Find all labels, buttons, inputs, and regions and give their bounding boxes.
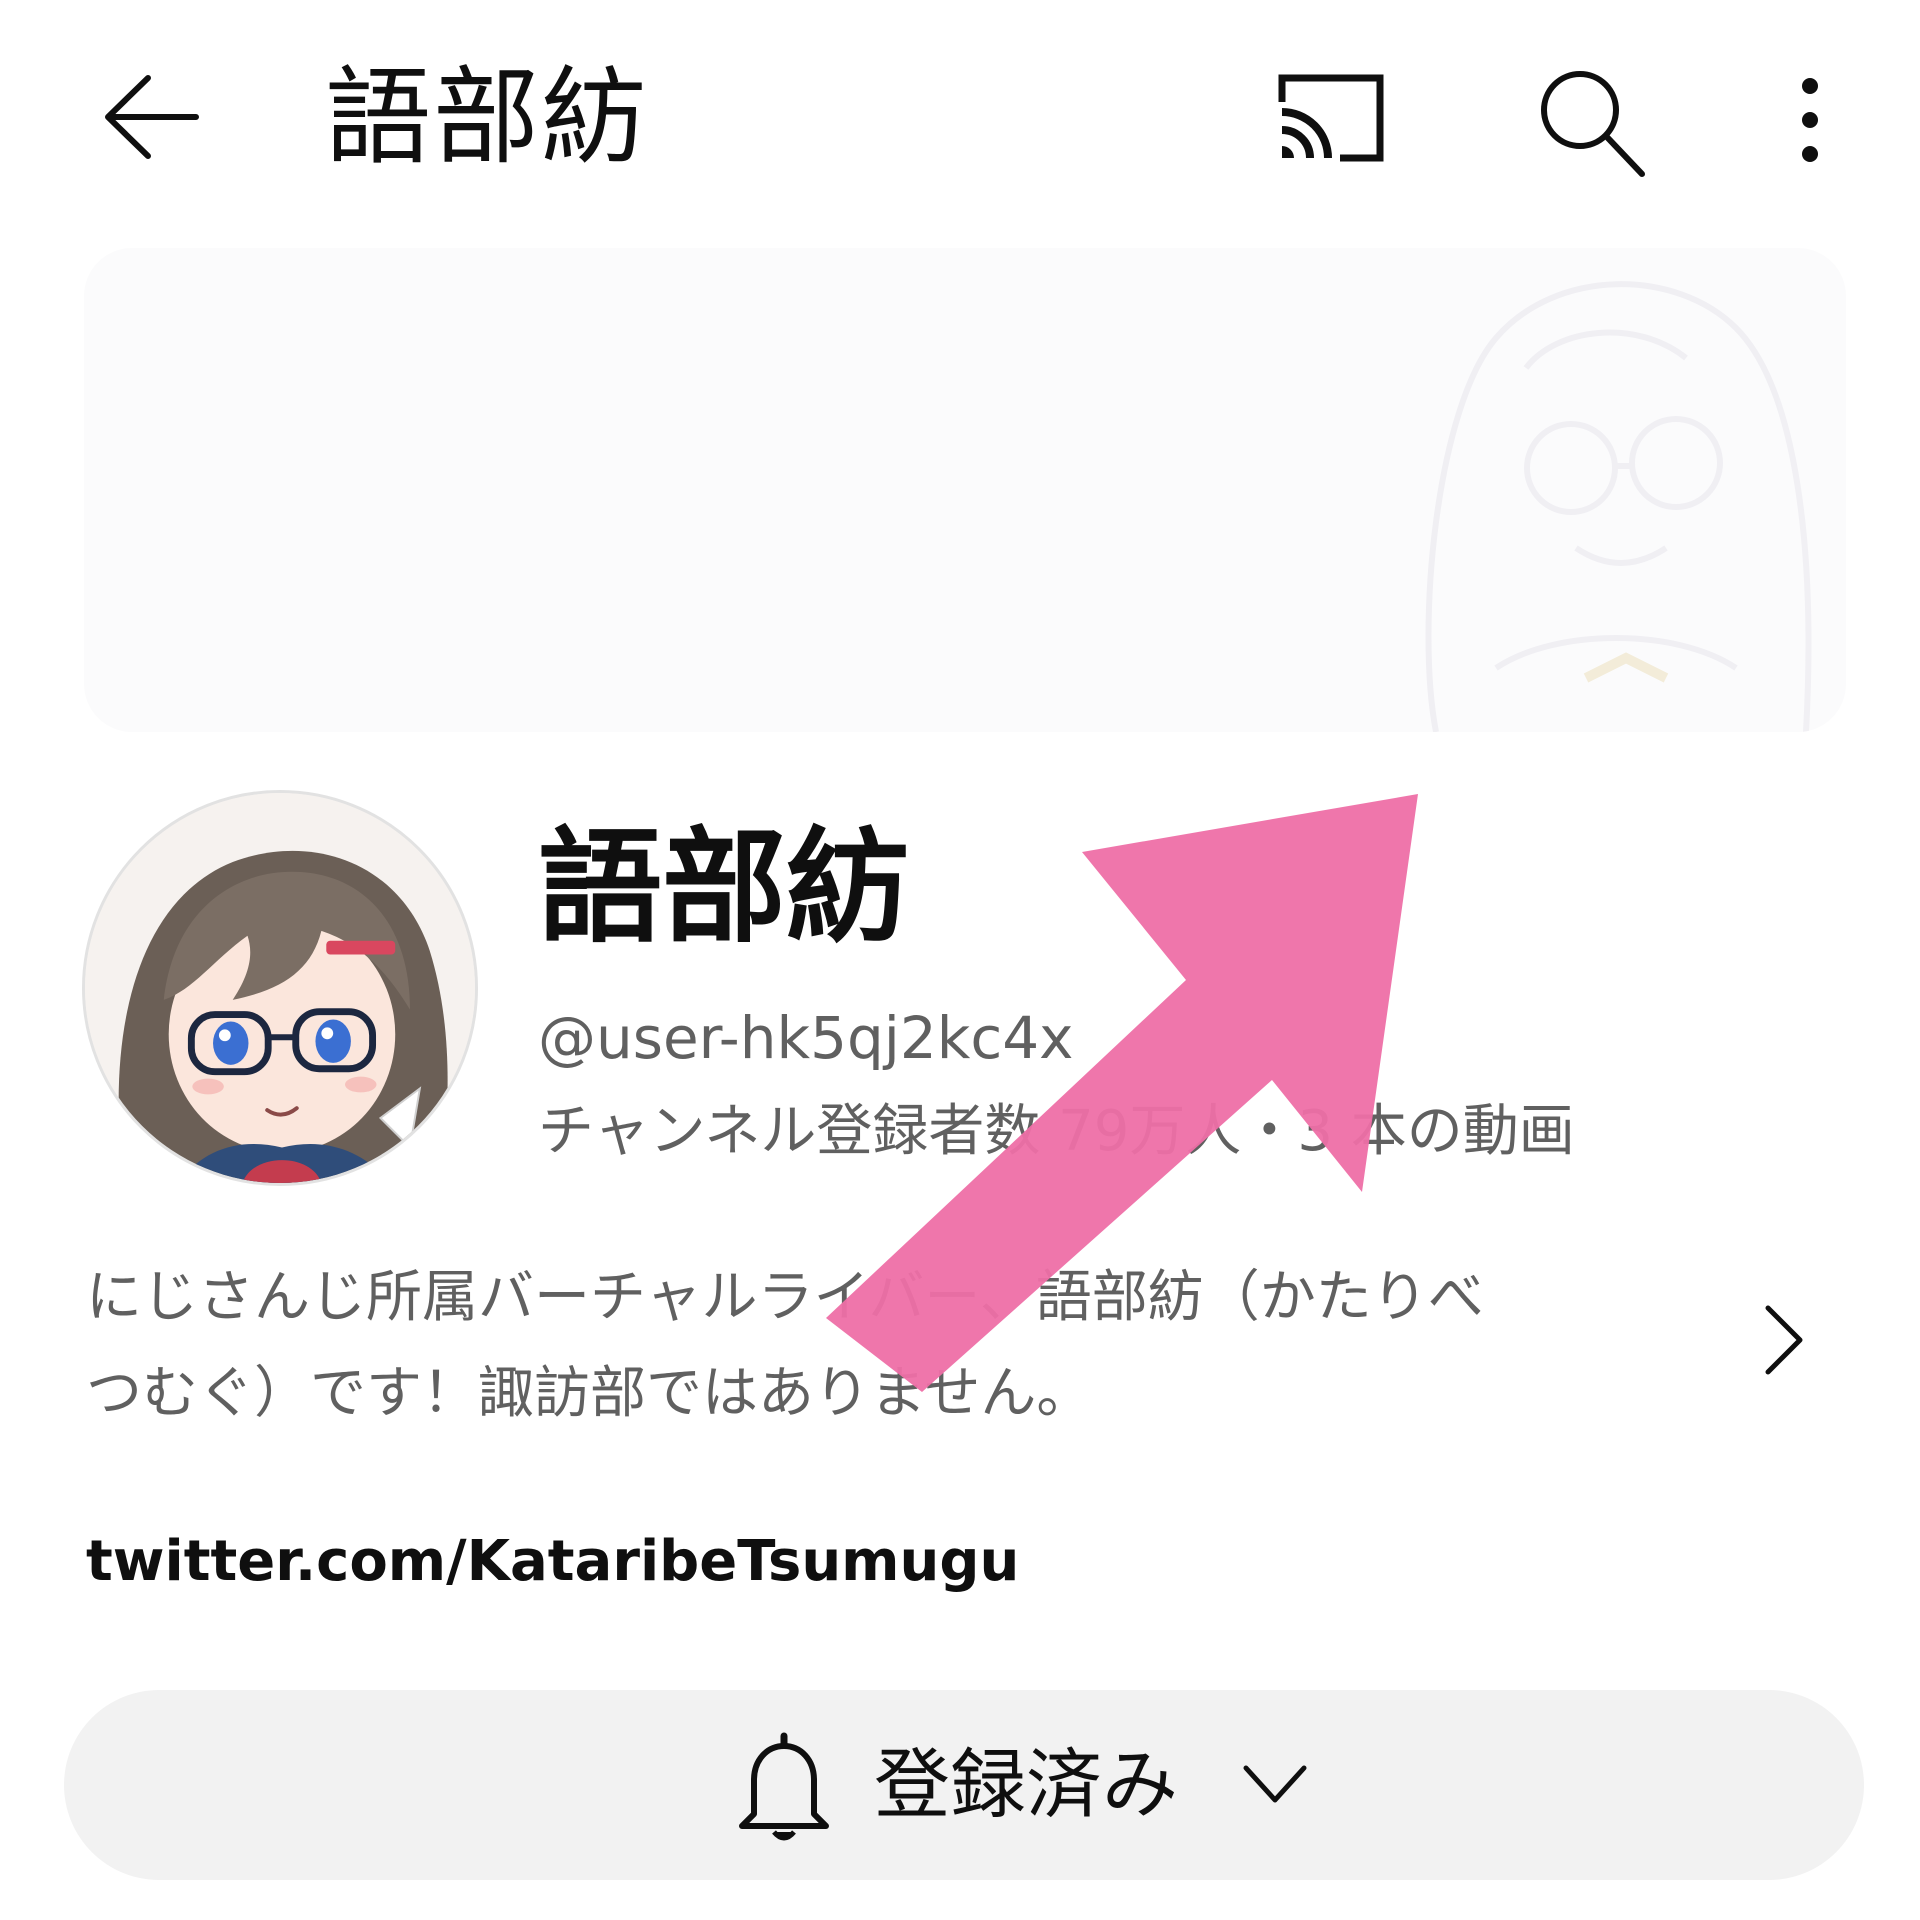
description-line: にじさんじ所属バーチャルライバー、語部紡（かたりべ	[86, 1265, 1484, 1330]
top-app-bar: 語部紡	[0, 0, 1920, 240]
channel-description[interactable]: にじさんじ所属バーチャルライバー、語部紡（かたりべ つむぐ）です！諏訪部ではあり…	[86, 1250, 1726, 1442]
chevron-right-icon[interactable]	[1752, 1300, 1812, 1380]
more-vert-icon[interactable]	[1780, 70, 1840, 170]
cast-icon[interactable]	[1270, 68, 1390, 168]
back-arrow-icon[interactable]	[96, 62, 206, 172]
channel-banner	[84, 248, 1846, 732]
chevron-down-icon	[1240, 1760, 1310, 1810]
page-title: 語部紡	[325, 56, 649, 179]
subscribed-button[interactable]: 登録済み	[64, 1690, 1864, 1880]
channel-handle: @user-hk5qj2kc4x	[538, 1004, 1074, 1072]
bell-icon	[736, 1728, 832, 1844]
channel-stats: チャンネル登録者数 79万人・3 本の動画	[538, 1099, 1575, 1164]
subscribed-label: 登録済み	[874, 1740, 1178, 1829]
channel-link[interactable]: twitter.com/KataribeTsumugu	[86, 1526, 1019, 1598]
search-icon[interactable]	[1530, 62, 1650, 182]
banner-illustration	[1425, 281, 1812, 732]
channel-page: 語部紡 語部紡 @user-hk5qj2kc4x チャンネル登録者数 79万人・…	[0, 0, 1920, 1920]
description-line: つむぐ）です！諏訪部ではありません。	[86, 1361, 1093, 1426]
channel-avatar[interactable]	[82, 790, 478, 1186]
channel-name: 語部紡	[538, 816, 911, 960]
